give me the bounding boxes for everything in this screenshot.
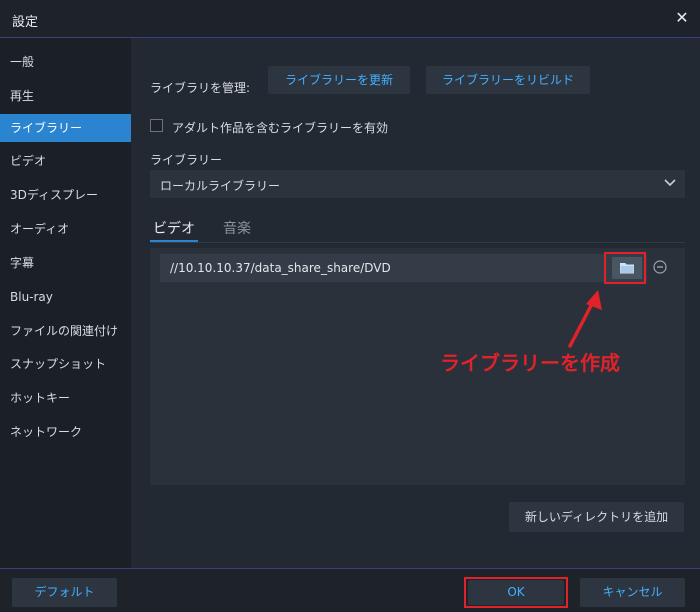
sidebar-item-general[interactable]: 一般 xyxy=(0,48,131,76)
sidebar-item-file-association[interactable]: ファイルの関連付け xyxy=(0,317,131,345)
folder-icon xyxy=(620,263,634,274)
annotation-arrow xyxy=(568,290,602,348)
default-button[interactable]: デフォルト xyxy=(12,578,117,607)
sidebar-item-3d-display[interactable]: 3Dディスプレー xyxy=(0,181,131,209)
manage-library-label: ライブラリを管理: xyxy=(150,81,251,95)
library-select[interactable]: ローカルライブラリー xyxy=(150,170,685,198)
update-library-button[interactable]: ライブラリーを更新 xyxy=(268,66,410,94)
directory-path: //10.10.10.37/data_share_share/DVD xyxy=(170,261,391,275)
add-directory-button[interactable]: 新しいディレクトリを追加 xyxy=(509,502,684,532)
directory-row[interactable]: //10.10.10.37/data_share_share/DVD xyxy=(160,254,647,282)
sidebar-item-library[interactable]: ライブラリー xyxy=(0,114,131,142)
remove-directory-icon[interactable] xyxy=(653,260,667,274)
library-select-value: ローカルライブラリー xyxy=(160,179,281,193)
sidebar-item-subtitles[interactable]: 字幕 xyxy=(0,249,131,277)
library-label: ライブラリー xyxy=(150,153,223,167)
close-icon[interactable]: ✕ xyxy=(672,8,692,28)
adult-library-checkbox[interactable] xyxy=(150,119,163,132)
title-bar: 設定 ✕ xyxy=(0,0,700,38)
sidebar-item-video[interactable]: ビデオ xyxy=(0,147,131,175)
sidebar-item-bluray[interactable]: Blu-ray xyxy=(0,283,131,311)
tab-divider xyxy=(150,242,685,243)
sidebar-item-snapshot[interactable]: スナップショット xyxy=(0,350,131,378)
settings-sidebar: 一般 再生 ライブラリー ビデオ 3Dディスプレー オーディオ 字幕 Blu-r… xyxy=(0,38,131,568)
adult-library-label: アダルト作品を含むライブラリーを有効 xyxy=(172,121,389,135)
sidebar-item-audio[interactable]: オーディオ xyxy=(0,215,131,243)
window-title: 設定 xyxy=(12,15,39,30)
annotation-label: ライブラリーを作成 xyxy=(440,351,620,375)
tab-video[interactable]: ビデオ xyxy=(153,218,195,238)
ok-button[interactable]: OK xyxy=(468,580,564,605)
browse-folder-button[interactable] xyxy=(612,257,642,279)
cancel-button[interactable]: キャンセル xyxy=(580,578,685,607)
sidebar-item-network[interactable]: ネットワーク xyxy=(0,418,131,446)
sidebar-item-hotkeys[interactable]: ホットキー xyxy=(0,384,131,412)
tab-active-indicator xyxy=(150,240,198,242)
chevron-down-icon xyxy=(664,179,676,187)
rebuild-library-button[interactable]: ライブラリーをリビルド xyxy=(426,66,590,94)
tab-music[interactable]: 音楽 xyxy=(223,218,251,238)
sidebar-item-playback[interactable]: 再生 xyxy=(0,82,131,110)
